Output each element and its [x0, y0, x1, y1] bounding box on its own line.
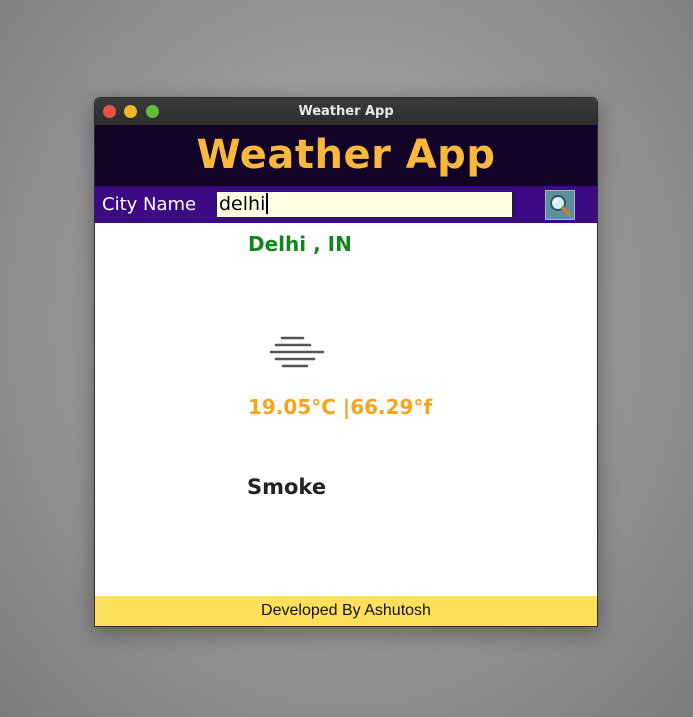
magnifier-icon — [550, 195, 571, 216]
city-name-label: City Name — [102, 194, 197, 215]
weather-description: Smoke — [247, 475, 327, 499]
fog-icon — [269, 336, 325, 368]
footer-credit: Developed By Ashutosh — [95, 596, 597, 626]
app-header: Weather App — [95, 125, 597, 186]
temperature-label: 19.05°C |66.29°f — [248, 395, 433, 419]
app-title: Weather App — [196, 132, 496, 178]
location-label: Delhi , IN — [248, 232, 352, 256]
weather-result: Delhi , IN 19.05°C |66.29°f Smoke — [95, 223, 597, 595]
app-window: Weather App Weather App City Name delhi … — [94, 97, 598, 627]
search-button[interactable] — [545, 190, 575, 220]
city-input[interactable]: delhi — [216, 191, 513, 218]
window-title: Weather App — [298, 104, 394, 119]
city-input-value: delhi — [219, 193, 266, 215]
title-bar[interactable]: Weather App — [95, 98, 597, 125]
search-bar: City Name delhi — [95, 186, 597, 223]
text-caret — [266, 193, 269, 214]
